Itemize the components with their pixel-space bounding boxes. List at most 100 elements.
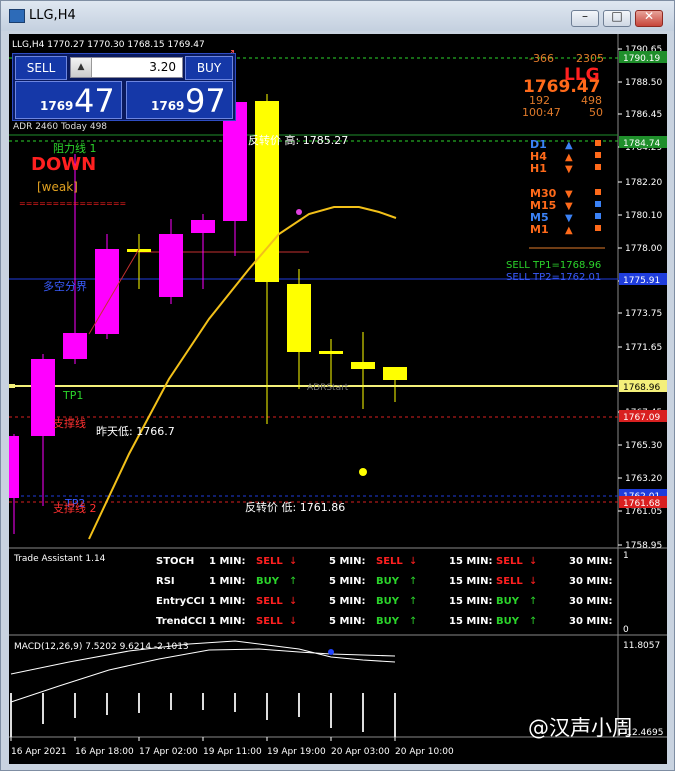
- candle-bull: [159, 234, 183, 297]
- down-label: DOWN: [31, 154, 96, 175]
- support-label-2: 支撑线 2: [53, 501, 97, 515]
- price-tick-label: 1788.50: [625, 78, 662, 88]
- price-tick-label: 1786.45: [625, 110, 662, 120]
- interval-label: 1 MIN:: [209, 556, 245, 567]
- marker-dot: [296, 209, 302, 215]
- reverse-high-label: 反转价 高: 1785.27: [248, 133, 348, 147]
- lot-size-input[interactable]: ▲ 3.20: [70, 57, 183, 78]
- arrow-up-icon: ▲: [565, 152, 573, 163]
- maximize-button[interactable]: □: [603, 9, 631, 27]
- timeframe-row: M1 ▲: [530, 223, 601, 236]
- arrow-up-icon: ↑: [289, 576, 297, 587]
- candle-bull: [31, 359, 55, 436]
- interval-label: 30 MIN:: [569, 616, 612, 627]
- arrow-up-icon: ↑: [409, 596, 417, 607]
- arrow-down-icon: ↓: [409, 556, 417, 567]
- reverse-low-label: 反转价 低: 1761.86: [245, 500, 345, 514]
- status-square-icon: [595, 164, 601, 170]
- interval-label: 15 MIN:: [449, 556, 492, 567]
- signal-label: BUY: [496, 616, 520, 627]
- candle-bear: [383, 367, 407, 380]
- price-axis[interactable]: 1790.651788.501786.451784.291782.201780.…: [618, 45, 662, 551]
- signal-label: BUY: [256, 576, 280, 587]
- timeframe-list: D1 ▲H4 ▲H1 ▼M30 ▼M15 ▼M5 ▼M1 ▲: [530, 138, 601, 236]
- arrow-down-icon: ↓: [289, 596, 297, 607]
- status-square-icon: [595, 152, 601, 158]
- interval-label: 1 MIN:: [209, 596, 245, 607]
- time-axis[interactable]: 16 Apr 2021 16 Apr 18:00 17 Apr 02:00 19 Ap…: [10, 737, 454, 757]
- time-tick-label: 17 Apr 02:00: [139, 747, 198, 757]
- arrow-down-icon: ▼: [565, 164, 573, 175]
- chart-canvas[interactable]: ↗ LLG,H4 1770.27 1770.30 1768.15 1769.47…: [9, 34, 667, 764]
- ta-scale-bottom: 0: [623, 625, 629, 635]
- interval-label: 15 MIN:: [449, 616, 492, 627]
- time-tick-label: 16 Apr 2021: [11, 747, 67, 757]
- minimize-button[interactable]: –: [571, 9, 599, 27]
- status-square-icon: [595, 189, 601, 195]
- price-tick-label: 1778.00: [625, 244, 662, 254]
- arrow-down-icon: ▼: [565, 213, 573, 224]
- buy-price-prefix: 1769: [151, 99, 185, 113]
- price-marker-label: 1761.68: [623, 499, 660, 509]
- time-tick-label: 19 Apr 19:00: [267, 747, 326, 757]
- time-tick-label: 20 Apr 03:00: [331, 747, 390, 757]
- trade-assistant-table: STOCH 1 MIN: SELL ↓ 5 MIN: SELL ↓ 15 MIN: SELL ↓ 3…: [156, 556, 612, 627]
- chart-area[interactable]: ↗ LLG,H4 1770.27 1770.30 1768.15 1769.47…: [9, 34, 667, 764]
- chart-header: LLG,H4 1770.27 1770.30 1768.15 1769.47: [12, 40, 205, 50]
- lot-stepper-icon[interactable]: ▲: [71, 58, 92, 77]
- sell-tp1-text: SELL TP1=1768.96: [506, 260, 601, 271]
- sell-price-pips: 47: [74, 82, 115, 120]
- interval-label: 1 MIN:: [209, 616, 245, 627]
- candle-bull: [95, 249, 119, 334]
- price-marker: 1790.19: [619, 51, 667, 64]
- signal-label: SELL: [256, 616, 283, 627]
- adr-text: ADR 2460 Today 498: [13, 122, 107, 132]
- sell-button[interactable]: SELL: [15, 56, 67, 80]
- status-square-icon: [595, 201, 601, 207]
- arrow-down-icon: ↓: [529, 556, 537, 567]
- price-tick-label: 1780.10: [625, 211, 662, 221]
- interval-label: 5 MIN:: [329, 576, 365, 587]
- multi-short-label: 多空分界: [43, 279, 87, 293]
- status-square-icon: [595, 225, 601, 231]
- interval-label: 15 MIN:: [449, 596, 492, 607]
- timeframe-label: H1: [530, 162, 547, 175]
- macd-top-value: 11.8057: [623, 641, 660, 651]
- indicator-name: STOCH: [156, 556, 194, 567]
- watermark-text: @汉声小周: [528, 716, 633, 740]
- signal-label: SELL: [376, 556, 403, 567]
- arrow-up-icon: ↑: [409, 616, 417, 627]
- close-icon: ✕: [643, 9, 655, 23]
- signal-label: BUY: [376, 616, 400, 627]
- price-tick-label: 1758.95: [625, 541, 662, 551]
- interval-label: 30 MIN:: [569, 556, 612, 567]
- price-marker-label: 1784.74: [623, 139, 660, 149]
- close-button[interactable]: ✕: [635, 9, 663, 27]
- buy-price-pips: 97: [185, 82, 226, 120]
- price-marker-label: 1790.19: [623, 54, 660, 64]
- price-marker-label: 1767.09: [623, 413, 660, 423]
- signal-label: BUY: [496, 596, 520, 607]
- status-square-icon: [595, 140, 601, 146]
- title-bar[interactable]: LLG,H4 – □ ✕: [1, 1, 674, 31]
- arrow-down-icon: ▼: [565, 189, 573, 200]
- arrow-down-icon: ↓: [289, 616, 297, 627]
- info-v1: -366: [529, 52, 554, 65]
- arrow-down-icon: ↓: [529, 576, 537, 587]
- info-v5: 50: [589, 106, 603, 119]
- signal-label: SELL: [496, 556, 523, 567]
- price-tick-label: 1765.30: [625, 441, 662, 451]
- weak-label: [weak]: [37, 180, 78, 194]
- timeframe-label: M1: [530, 223, 549, 236]
- buy-price-button[interactable]: 1769 97: [126, 81, 233, 120]
- sell-price-button[interactable]: 1769 47: [15, 81, 122, 120]
- price-marker: 1767.09: [619, 410, 667, 423]
- buy-button[interactable]: BUY: [185, 56, 233, 80]
- interval-label: 5 MIN:: [329, 616, 365, 627]
- adr-start-label: ADRStart: [307, 383, 349, 393]
- arrow-up-icon: ↑: [409, 576, 417, 587]
- indicator-name: RSI: [156, 576, 175, 587]
- price-marker-label: 1768.96: [623, 383, 660, 393]
- price-marker: 1768.96: [619, 380, 667, 393]
- tp1-label: TP1: [62, 389, 83, 402]
